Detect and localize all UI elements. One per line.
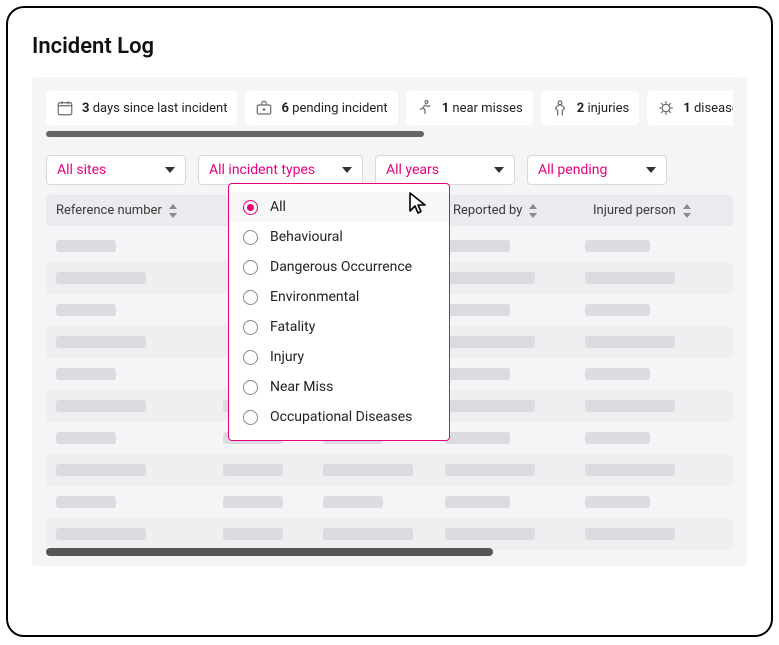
stats-scrollbar-thumb[interactable] [46,131,424,137]
app-window: Incident Log 3 days since last incident … [6,6,773,637]
dropdown-option-occupational-diseases[interactable]: Occupational Diseases [229,402,449,432]
option-label: Environmental [270,289,359,305]
table-scrollbar-thumb[interactable] [46,548,493,556]
stat-card-diseases[interactable]: 1 diseases [647,91,733,125]
dropdown-option-near-miss[interactable]: Near Miss [229,372,449,402]
column-label: Reference number [56,203,162,218]
sort-icon [168,204,178,218]
dropdown-option-all[interactable]: All [229,192,449,222]
virus-icon [657,99,675,117]
filter-label: All years [386,162,439,178]
column-label: Reported by [453,203,522,218]
table-row[interactable] [46,486,733,518]
filter-years[interactable]: All years [375,155,515,185]
radio-icon [243,380,258,395]
option-label: Fatality [270,319,315,335]
radio-icon [243,410,258,425]
person-injured-icon [551,99,569,117]
stat-card-days-since[interactable]: 3 days since last incident [46,91,237,125]
stat-card-injuries[interactable]: 2 injuries [541,91,640,125]
radio-selected-icon [243,200,258,215]
option-label: Dangerous Occurrence [270,259,412,275]
option-label: Injury [270,349,304,365]
filter-label: All pending [538,162,607,178]
stat-card-near-misses[interactable]: 1 near misses [406,91,533,125]
chevron-down-icon [165,167,175,173]
person-running-icon [416,99,434,117]
option-label: Near Miss [270,379,333,395]
table-row[interactable] [46,518,733,550]
stat-card-pending[interactable]: 6 pending incident [245,91,397,125]
filter-sites[interactable]: All sites [46,155,186,185]
dropdown-option-fatality[interactable]: Fatality [229,312,449,342]
page-title: Incident Log [32,34,747,59]
column-reference[interactable]: Reference number [46,195,204,226]
incident-type-dropdown: All Behavioural Dangerous Occurrence Env… [228,183,450,441]
stat-text: 1 near misses [442,101,523,116]
briefcase-plus-icon [255,99,273,117]
radio-icon [243,230,258,245]
column-injured-person[interactable]: Injured person [583,195,733,226]
filter-label: All incident types [209,162,315,178]
chevron-down-icon [342,167,352,173]
radio-icon [243,350,258,365]
filter-label: All sites [57,162,106,178]
filters-row: All sites All incident types All years A… [46,155,733,185]
stat-text: 1 diseases [683,101,733,116]
table-scrollbar[interactable] [46,548,733,556]
dropdown-option-environmental[interactable]: Environmental [229,282,449,312]
stat-text: 6 pending incident [281,101,387,116]
stat-cards-row: 3 days since last incident 6 pending inc… [46,91,733,125]
dropdown-option-behavioural[interactable]: Behavioural [229,222,449,252]
dropdown-option-injury[interactable]: Injury [229,342,449,372]
table-row[interactable] [46,454,733,486]
chevron-down-icon [646,167,656,173]
option-label: All [270,199,286,215]
content-panel: 3 days since last incident 6 pending inc… [32,77,747,566]
radio-icon [243,260,258,275]
filter-pending[interactable]: All pending [527,155,667,185]
column-reported-by[interactable]: Reported by [443,195,583,226]
column-label: Injured person [593,203,676,218]
option-label: Behavioural [270,229,343,245]
calendar-icon [56,99,74,117]
stat-text: 3 days since last incident [82,101,227,116]
filter-incident-types[interactable]: All incident types [198,155,363,185]
dropdown-option-dangerous-occurrence[interactable]: Dangerous Occurrence [229,252,449,282]
stats-scrollbar[interactable] [46,131,733,137]
sort-icon [682,204,692,218]
stat-text: 2 injuries [577,101,630,116]
radio-icon [243,290,258,305]
sort-icon [528,204,538,218]
radio-icon [243,320,258,335]
option-label: Occupational Diseases [270,409,412,425]
chevron-down-icon [494,167,504,173]
